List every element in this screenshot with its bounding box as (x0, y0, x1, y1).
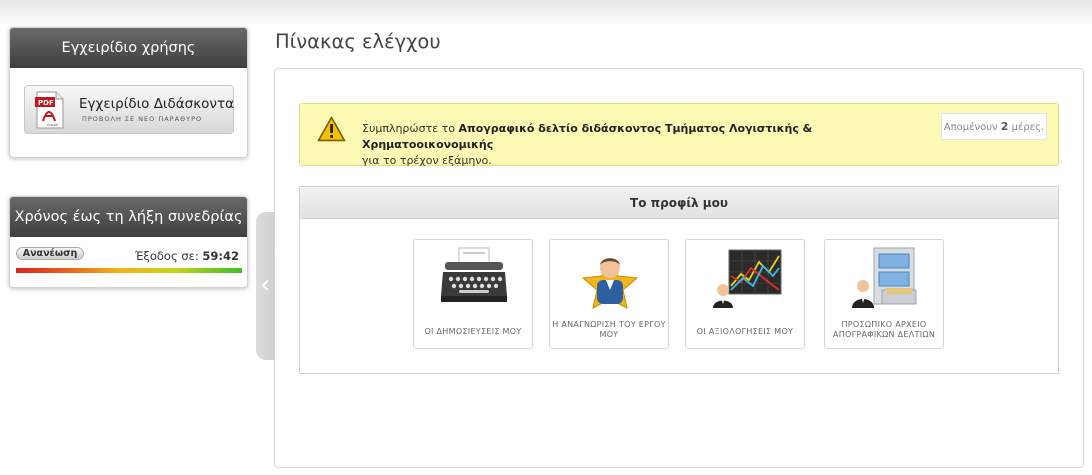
refresh-button[interactable]: Ανανέωση (16, 247, 84, 260)
manual-button-subtitle: ΠΡΟΒΟΛΗ ΣΕ ΝΕΟ ΠΑΡΑΘΥΡΟ (82, 115, 203, 123)
warning-icon (317, 116, 346, 142)
tile-label: ΟΙ ΑΞΙΟΛΟΓΗΣΕΙΣ ΜΟΥ (696, 327, 794, 336)
session-progress-bar (16, 268, 242, 273)
tile-label: ΟΙ ΔΗΜΟΣΙΕΥΣΕΙΣ ΜΟΥ (424, 327, 522, 336)
session-exit-timer: Έξοδος σε: 59:42 (135, 249, 239, 263)
manual-panel: Εγχειρίδιο χρήσης PDF Adobe Εγχειρίδιο Δ… (9, 27, 248, 158)
chevron-left-icon: ‹ (260, 270, 271, 300)
typewriter-icon (441, 247, 507, 302)
file-cabinet-person-icon (852, 247, 917, 308)
alert-message: Συμπληρώστε το Απογραφικό δελτίο διδάσκο… (362, 121, 932, 169)
pdf-label: PDF (38, 99, 54, 107)
exit-prefix: Έξοδος σε: (134, 249, 199, 263)
top-band (0, 0, 1092, 26)
tile-my-recognition[interactable]: Η ΑΝΑΓΝΩΡΙΣΗ ΤΟΥ ΕΡΓΟΥ ΜΟΥ (549, 239, 669, 349)
teacher-manual-button[interactable]: PDF Adobe Εγχειρίδιο Διδάσκοντα ΠΡΟΒΟΛΗ … (24, 85, 234, 134)
alert-banner: Συμπληρώστε το Απογραφικό δελτίο διδάσκο… (299, 103, 1059, 169)
profile-title: Το προφίλ μου (300, 187, 1058, 219)
pdf-icon: PDF Adobe (35, 91, 64, 129)
exit-time: 59:42 (202, 249, 239, 263)
tile-personal-archive[interactable]: ΠΡΟΣΩΠΙΚΟ ΑΡΧΕΙΟ ΑΠΟΓΡΑΦΙΚΩΝ ΔΕΛΤΙΩΝ (824, 239, 944, 349)
tile-my-evaluations[interactable]: ΟΙ ΑΞΙΟΛΟΓΗΣΕΙΣ ΜΟΥ (685, 239, 805, 349)
pdf-brand: Adobe (47, 123, 58, 127)
alert-text-suffix: για το τρέχον εξάμηνο. (362, 154, 492, 167)
chart-board-person-icon (713, 249, 782, 308)
tile-my-publications[interactable]: ΟΙ ΔΗΜΟΣΙΕΥΣΕΙΣ ΜΟΥ (413, 239, 533, 349)
manual-panel-title: Εγχειρίδιο χρήσης (10, 28, 247, 68)
profile-section: Το προφίλ μου ΟΙ ΔΗΜΟΣΙΕΥΣΕΙΣ ΜΟΥ Η ΑΝΑΓ… (299, 186, 1059, 374)
manual-button-title: Εγχειρίδιο Διδάσκοντα (79, 96, 234, 112)
award-star-person-icon (581, 258, 639, 309)
session-panel: Χρόνος έως τη λήξη συνεδρίας Ανανέωση Έξ… (9, 196, 248, 288)
tile-label: Η ΑΝΑΓΝΩΡΙΣΗ ΤΟΥ ΕΡΓΟΥ ΜΟΥ (552, 320, 666, 339)
tile-label: ΠΡΟΣΩΠΙΚΟ ΑΡΧΕΙΟ ΑΠΟΓΡΑΦΙΚΩΝ ΔΕΛΤΙΩΝ (832, 320, 936, 339)
days-suffix: μέρες. (1008, 122, 1045, 133)
sidebar-collapse-handle[interactable]: ‹ (256, 212, 276, 360)
session-panel-title: Χρόνος έως τη λήξη συνεδρίας (10, 197, 247, 237)
page-title: Πίνακας ελέγχου (275, 30, 441, 53)
days-prefix: Απομένουν (943, 122, 1001, 133)
alert-text-prefix: Συμπληρώστε το (362, 122, 459, 135)
days-remaining-badge: Απομένουν 2 μέρες. (941, 113, 1047, 140)
